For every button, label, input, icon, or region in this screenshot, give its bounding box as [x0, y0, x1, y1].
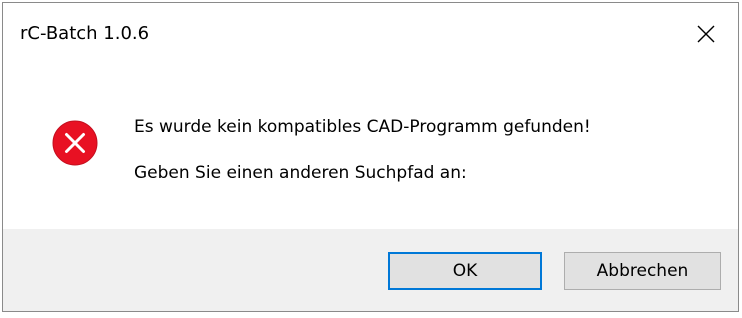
window-title: rC-Batch 1.0.6: [20, 23, 150, 44]
button-bar: OK Abbrechen: [3, 229, 738, 311]
title-bar: rC-Batch 1.0.6: [3, 3, 738, 65]
ok-button[interactable]: OK: [388, 252, 542, 290]
error-dialog: rC-Batch 1.0.6 Es wurde kein kompatibles…: [2, 2, 739, 312]
error-message: Es wurde kein kompatibles CAD-Programm g…: [134, 117, 591, 137]
message-area: Es wurde kein kompatibles CAD-Programm g…: [3, 65, 738, 229]
error-icon: [52, 120, 98, 166]
close-icon: [697, 25, 715, 43]
cancel-button[interactable]: Abbrechen: [564, 252, 721, 290]
search-path-prompt: Geben Sie einen anderen Suchpfad an:: [134, 163, 467, 183]
close-button[interactable]: [674, 3, 738, 65]
